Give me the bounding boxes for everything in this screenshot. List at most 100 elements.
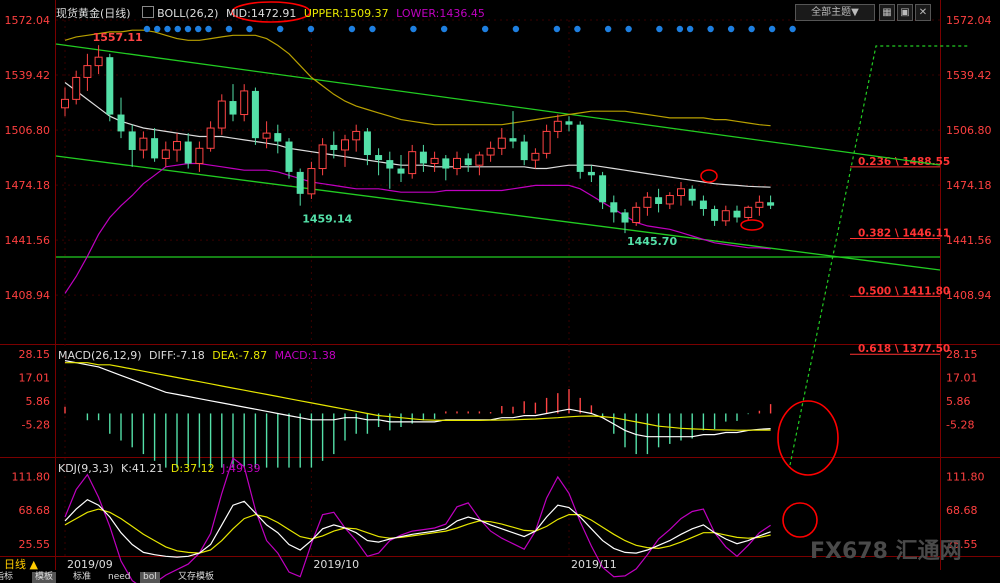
- signal-dot: [348, 25, 356, 33]
- signal-dot: [246, 25, 253, 33]
- candle-body-up: [173, 141, 181, 151]
- candle-body-up: [744, 206, 753, 218]
- highlight-candle: [700, 169, 718, 183]
- candle-body-down: [767, 202, 775, 206]
- candle-body-down: [330, 144, 338, 150]
- y-tick-label-right: 1474.18: [946, 179, 992, 192]
- candle-body-down: [509, 138, 517, 142]
- kdj-panel: [64, 457, 771, 583]
- y-tick-label-right: 1441.56: [946, 234, 992, 247]
- axis-ticks: 1572.04 1572.04 1539.42 1539.42 1506.80 1506.…: [5, 14, 992, 571]
- signal-dot: [686, 25, 694, 33]
- kdj-k-value: K:41.21: [121, 462, 164, 475]
- chart-canvas[interactable]: 0.236 \ 1488.55 0.382 \ 1446.11 0.500 \ 14…: [0, 0, 1000, 583]
- fib-level-label: 0.236 \ 1488.55: [858, 156, 950, 168]
- macd-panel: [64, 360, 772, 468]
- tab-template[interactable]: 模板: [32, 572, 57, 583]
- candle-body-up: [497, 137, 506, 149]
- tab-indicators[interactable]: 指标: [0, 572, 16, 583]
- candle-body-up: [430, 157, 439, 164]
- candle-body-down: [375, 155, 383, 161]
- candle-body-down: [464, 158, 472, 166]
- candle-body-up: [83, 65, 92, 78]
- tab-save-template[interactable]: 又存模板: [175, 572, 217, 583]
- macd-label: MACD(26,12,9): [58, 349, 142, 362]
- signal-dot: [174, 25, 181, 33]
- y-tick-label-left: 111.80: [12, 470, 51, 483]
- signal-dot: [707, 25, 714, 33]
- signal-dot: [440, 25, 448, 33]
- candle-body-down: [587, 171, 595, 176]
- candle-body-down: [151, 138, 159, 159]
- candle-body-down: [285, 141, 293, 172]
- y-tick-label-right: 5.86: [946, 395, 971, 408]
- tab-standard[interactable]: 标准: [70, 572, 94, 583]
- watermark-logo: FX678 汇通网: [810, 539, 962, 564]
- candle-body-down: [565, 121, 573, 125]
- boll-mid-line: [64, 82, 771, 188]
- signal-dot: [205, 25, 212, 33]
- fibonacci-lines: 0.236 \ 1488.55 0.382 \ 1446.11 0.500 \ 14…: [850, 156, 950, 355]
- candle-body-down: [599, 175, 607, 203]
- candle-body-down: [576, 124, 584, 172]
- candle-body-up: [408, 151, 417, 175]
- y-tick-label-right: 1572.04: [946, 14, 992, 27]
- candle-body-up: [195, 147, 204, 164]
- macd-dea-value: DEA:-7.87: [212, 349, 268, 362]
- y-tick-label-right: 28.15: [946, 348, 978, 361]
- candle-body-down: [251, 90, 259, 139]
- candle-body-up: [755, 201, 764, 208]
- signal-dot: [512, 25, 520, 33]
- signal-dot: [369, 25, 376, 33]
- candle-body-down: [296, 171, 304, 194]
- tab-need[interactable]: need: [105, 572, 134, 583]
- kdj-d-line: [64, 508, 771, 554]
- macd-diff-line: [64, 360, 771, 438]
- y-tick-label-left: 1441.56: [5, 234, 51, 247]
- y-tick-label-left: 28.15: [19, 348, 51, 361]
- bottom-tab-bar: 日线 ▲ 指标 模板 标准 need bol 又存模板: [0, 559, 240, 583]
- candle-body-up: [139, 137, 148, 151]
- candle-body-down: [106, 57, 114, 115]
- signal-dot: [727, 25, 735, 33]
- candle-body-up: [217, 100, 226, 129]
- y-tick-label-right: 1408.94: [946, 289, 992, 302]
- candle-body-up: [475, 154, 484, 166]
- y-tick-label-right: 68.68: [946, 504, 978, 517]
- signal-dot: [225, 25, 233, 33]
- candle-body-up: [240, 90, 249, 116]
- candle-body-up: [341, 139, 349, 151]
- window-restore-icon[interactable]: ▣: [897, 4, 913, 21]
- candle-body-down: [699, 200, 707, 210]
- signal-dot: [789, 25, 796, 33]
- candle-body-up: [531, 152, 540, 161]
- y-tick-label-left: -5.28: [22, 419, 50, 432]
- signal-dot: [143, 25, 151, 33]
- signal-dot: [184, 25, 192, 33]
- candle-body-down: [117, 114, 125, 132]
- kdj-header: KDJ(9,3,3) K:41.21 D:37.12 J:49.39: [58, 462, 261, 475]
- candle-body-down: [610, 202, 618, 213]
- candle-body-up: [665, 195, 674, 205]
- highlight-macd: [777, 400, 839, 476]
- candle-body-up: [643, 196, 652, 208]
- kdj-j-line: [64, 457, 771, 583]
- signal-dot: [277, 25, 284, 33]
- x-tick-label: 2019/09: [67, 558, 113, 571]
- boll-toggle-icon[interactable]: [142, 6, 155, 18]
- macd-hist-value: MACD:1.38: [274, 349, 336, 362]
- close-icon[interactable]: ✕: [915, 4, 931, 21]
- tab-bol[interactable]: bol: [140, 572, 160, 583]
- settings-icon[interactable]: ▦: [879, 4, 895, 21]
- chart-title: 现货黄金(日线) BOLL(26,2) MID:1472.91 UPPER:15…: [56, 5, 485, 21]
- y-tick-label-left: 1572.04: [5, 14, 51, 27]
- kdj-d-value: D:37.12: [170, 462, 215, 475]
- theme-dropdown[interactable]: 全部主题▼: [795, 4, 875, 21]
- x-tick-label: 2019/10: [313, 558, 359, 571]
- signal-dot: [574, 25, 581, 33]
- candle-body-up: [721, 210, 730, 222]
- signal-dot: [676, 25, 684, 33]
- y-tick-label-right: 1506.80: [946, 124, 992, 137]
- period-selector[interactable]: 日线 ▲: [4, 559, 38, 570]
- highlight-kdj: [782, 502, 818, 538]
